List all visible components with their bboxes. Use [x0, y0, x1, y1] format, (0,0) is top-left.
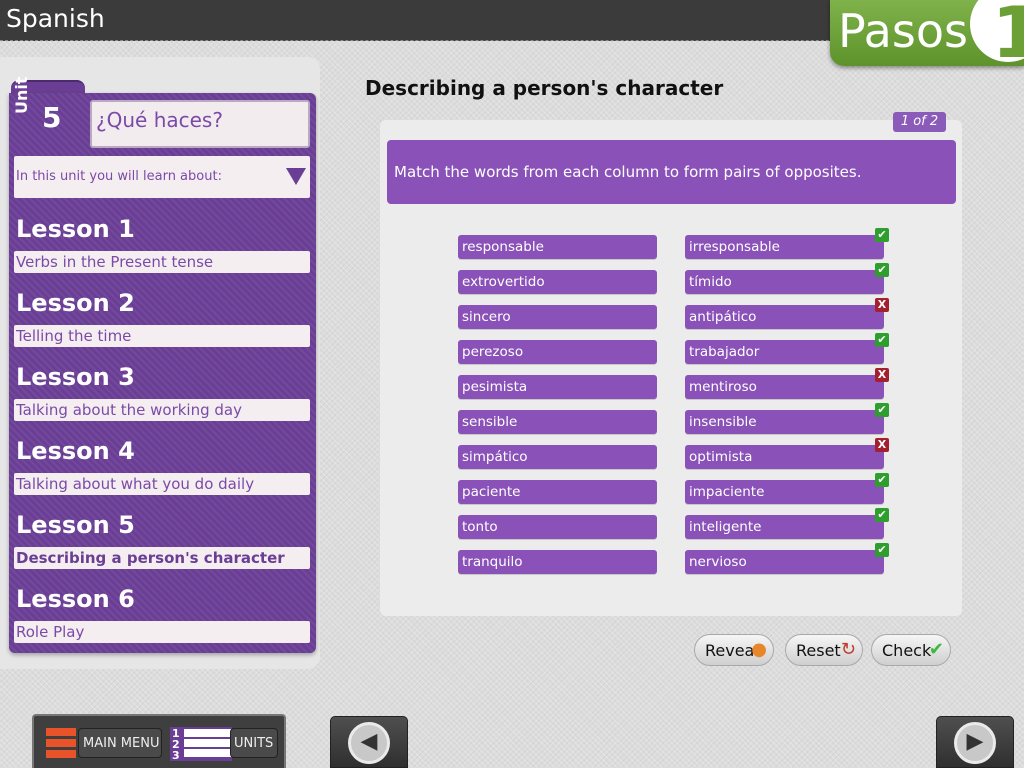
word-left-item[interactable]: tranquilo: [458, 550, 657, 574]
unit-overview-label: In this unit you will learn about:: [16, 169, 222, 184]
wrong-cross-icon: X: [875, 438, 889, 452]
word-left-item[interactable]: tonto: [458, 515, 657, 539]
refresh-icon: ↻: [840, 639, 856, 660]
word-left-item[interactable]: extrovertido: [458, 270, 657, 294]
brand-text: Pasos: [838, 4, 968, 58]
units-thumb-number: 3: [172, 749, 180, 762]
word-right-item[interactable]: insensible: [685, 410, 884, 434]
correct-check-icon: ✔: [875, 508, 889, 522]
word-left-item[interactable]: responsable: [458, 235, 657, 259]
word-right-item[interactable]: impaciente: [685, 480, 884, 504]
word-right-item[interactable]: nervioso: [685, 550, 884, 574]
lesson-3-title[interactable]: Lesson 3: [16, 363, 135, 391]
wrong-cross-icon: X: [875, 298, 889, 312]
lesson-1-title[interactable]: Lesson 1: [16, 215, 135, 243]
word-right-item[interactable]: mentiroso: [685, 375, 884, 399]
app-title: Spanish: [6, 4, 105, 33]
units-label: UNITS: [234, 736, 274, 751]
lesson-4-subtitle[interactable]: Talking about what you do daily: [14, 473, 310, 495]
reset-button[interactable]: Reset ↻: [785, 634, 863, 666]
correct-check-icon: ✔: [875, 333, 889, 347]
main-menu-button[interactable]: MAIN MENU: [78, 728, 162, 758]
word-right-item[interactable]: optimista: [685, 445, 884, 469]
units-thumbnail: 1 2 3: [170, 727, 232, 762]
units-button[interactable]: UNITS: [230, 728, 278, 758]
lesson-4-title[interactable]: Lesson 4: [16, 437, 135, 465]
check-button[interactable]: Check ✔: [871, 634, 951, 666]
previous-button[interactable]: ◀: [330, 716, 408, 768]
checkmark-icon: ✔: [928, 639, 944, 660]
arrow-left-icon: ◀: [348, 722, 390, 764]
word-left-item[interactable]: sensible: [458, 410, 657, 434]
correct-check-icon: ✔: [875, 263, 889, 277]
word-right-item[interactable]: irresponsable: [685, 235, 884, 259]
word-right-item[interactable]: tímido: [685, 270, 884, 294]
unit-number: 5: [42, 101, 62, 134]
brand-logo: Pasos 1: [830, 0, 1024, 66]
correct-check-icon: ✔: [875, 473, 889, 487]
check-label: Check: [882, 641, 932, 660]
word-left-item[interactable]: simpático: [458, 445, 657, 469]
arrow-right-icon: ▶: [954, 722, 996, 764]
brand-number: 1: [992, 0, 1024, 62]
word-left-item[interactable]: pesimista: [458, 375, 657, 399]
lesson-6-subtitle[interactable]: Role Play: [14, 621, 310, 643]
page-indicator: 1 of 2: [893, 112, 946, 132]
word-right-item[interactable]: antipático: [685, 305, 884, 329]
word-right-item[interactable]: inteligente: [685, 515, 884, 539]
word-left-item[interactable]: paciente: [458, 480, 657, 504]
correct-check-icon: ✔: [875, 543, 889, 557]
word-right-item[interactable]: trabajador: [685, 340, 884, 364]
main-menu-label: MAIN MENU: [83, 736, 160, 751]
unit-overview-dropdown[interactable]: In this unit you will learn about:: [14, 156, 310, 198]
bulb-icon: ●: [751, 639, 767, 660]
instruction-box: Match the words from each column to form…: [387, 140, 956, 204]
main-menu-thumbnail: [46, 728, 76, 760]
correct-check-icon: ✔: [875, 228, 889, 242]
reveal-button[interactable]: Reveal ●: [694, 634, 774, 666]
unit-title: ¿Qué haces?: [90, 100, 310, 148]
lesson-3-subtitle[interactable]: Talking about the working day: [14, 399, 310, 421]
chevron-down-icon: [286, 168, 306, 185]
correct-check-icon: ✔: [875, 403, 889, 417]
lesson-6-title[interactable]: Lesson 6: [16, 585, 135, 613]
word-left-item[interactable]: perezoso: [458, 340, 657, 364]
lesson-5-subtitle[interactable]: Describing a person's character: [14, 547, 310, 569]
word-left-item[interactable]: sincero: [458, 305, 657, 329]
lesson-2-title[interactable]: Lesson 2: [16, 289, 135, 317]
wrong-cross-icon: X: [875, 368, 889, 382]
next-button[interactable]: ▶: [936, 716, 1014, 768]
lesson-2-subtitle[interactable]: Telling the time: [14, 325, 310, 347]
reset-label: Reset: [796, 641, 841, 660]
exercise-title: Describing a person's character: [365, 76, 724, 100]
unit-label: Unit: [12, 76, 31, 114]
brand-number-badge: 1: [970, 0, 1024, 62]
lesson-1-subtitle[interactable]: Verbs in the Present tense: [14, 251, 310, 273]
lesson-5-title[interactable]: Lesson 5: [16, 511, 135, 539]
